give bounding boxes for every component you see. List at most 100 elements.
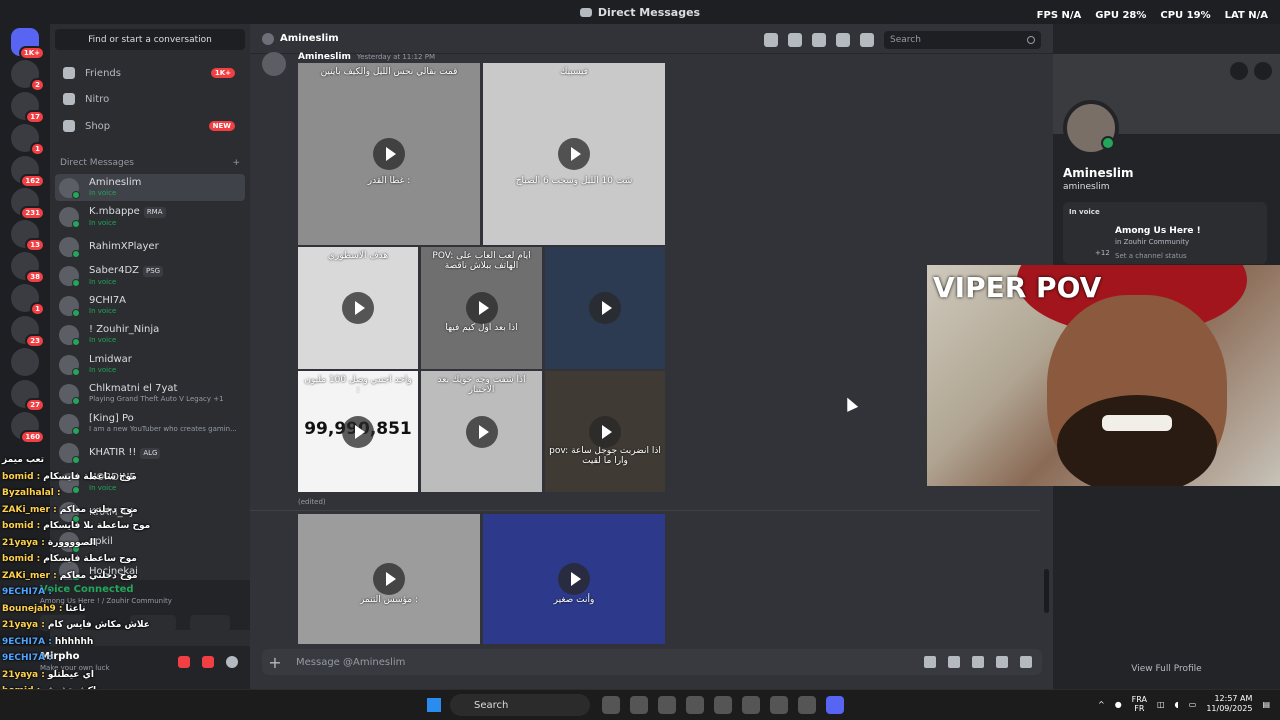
set-channel-status[interactable]: Set a channel status <box>1115 252 1187 260</box>
video-attachment[interactable]: فيسبيك شت 10 الليل وسحب 6 الصباح <box>483 63 665 245</box>
add-friend-icon[interactable] <box>1230 62 1248 80</box>
tray-chevron-icon[interactable]: ^ <box>1098 700 1105 709</box>
view-full-profile-link[interactable]: View Full Profile <box>1053 664 1280 674</box>
notification-icon[interactable]: ▤ <box>1262 700 1270 709</box>
dm-item[interactable]: ! Zouhir_Ninja In voice <box>55 322 245 349</box>
server-icon[interactable] <box>11 348 39 376</box>
gif-icon[interactable] <box>948 656 960 668</box>
chatgpt-icon[interactable] <box>686 696 704 714</box>
chrome-icon[interactable] <box>630 696 648 714</box>
nav-shop[interactable]: Shop NEW <box>55 114 245 138</box>
stream-chat-line: bomid : موح ساعطة فايسكام <box>2 554 137 564</box>
chat-scrollbar[interactable] <box>1044 569 1049 613</box>
app-icon-3[interactable] <box>798 696 816 714</box>
profile-avatar[interactable] <box>1063 100 1119 156</box>
input-language[interactable]: FRA FR <box>1132 695 1147 713</box>
opera-icon[interactable] <box>770 696 788 714</box>
voice-call-icon[interactable] <box>764 33 778 47</box>
stream-chat-user: 9ECHI7A : <box>2 587 52 597</box>
server-icon[interactable]: 2 <box>11 60 45 92</box>
dm-item[interactable]: Lmidwar In voice <box>55 351 245 378</box>
dm-item[interactable]: RahimXPlayer <box>55 233 245 260</box>
nav-friends[interactable]: Friends 1K+ <box>55 61 245 85</box>
discord-taskbar-icon[interactable] <box>826 696 844 714</box>
video-attachment[interactable] <box>545 247 665 369</box>
battery-icon[interactable]: ▭ <box>1189 700 1197 709</box>
dm-item[interactable]: [King] Po I am a new YouTuber who creates… <box>55 410 245 437</box>
server-icon[interactable]: 162 <box>11 156 45 188</box>
volume-icon[interactable]: ◖ <box>1175 700 1179 709</box>
play-icon[interactable] <box>558 138 590 170</box>
video-attachment[interactable]: قمت بقالي نحس الليل والكيف باينين غطا الق… <box>298 63 480 245</box>
video-attachment[interactable]: هدف الاسطوري <box>298 247 418 369</box>
play-icon[interactable] <box>589 292 621 324</box>
webcam-overlay: VIPER POV <box>927 265 1280 486</box>
app-icon-2[interactable] <box>714 696 732 714</box>
play-icon[interactable] <box>465 415 498 448</box>
dm-item[interactable]: Chlkmatni el 7yat Playing Grand Theft Aut… <box>55 381 245 408</box>
webcam-label: VIPER POV <box>933 271 1102 304</box>
attach-plus-icon[interactable]: + <box>262 653 288 672</box>
dm-item[interactable]: Amineslim In voice <box>55 174 245 201</box>
server-icon[interactable]: 1 <box>11 284 45 316</box>
more-options-icon[interactable] <box>1254 62 1272 80</box>
video-attachment[interactable]: واحد اجنبي وصل 100 مليون :99,990,851 <box>298 371 418 492</box>
microphone-icon[interactable]: ● <box>1115 700 1122 709</box>
server-badge: 2 <box>30 78 45 92</box>
video-attachment[interactable]: مؤسس التنمر : <box>298 514 480 644</box>
video-attachment[interactable]: وأنت صغير <box>483 514 665 644</box>
play-icon[interactable] <box>342 415 374 448</box>
server-icon[interactable]: 27 <box>11 380 45 412</box>
taskbar-search[interactable]: Search <box>450 694 590 716</box>
network-icon[interactable]: ◫ <box>1157 700 1165 709</box>
video-attachment[interactable]: pov: اذا انضربت جوجل ساعة وارا ما لقيت <box>545 371 665 492</box>
dm-item[interactable]: 9CHI7A In voice <box>55 292 245 319</box>
pin-icon[interactable] <box>812 33 826 47</box>
performance-overlay: FPS N/A GPU 28% CPU 19% LAT N/A <box>1037 10 1268 21</box>
dm-tag: RMA <box>143 206 166 218</box>
server-icon[interactable]: 23 <box>11 316 45 348</box>
app-icon[interactable] <box>658 696 676 714</box>
message-composer[interactable]: + Message @Amineslim <box>262 649 1042 675</box>
server-icon[interactable]: 1 <box>11 124 45 156</box>
clock[interactable]: 12:57 AM 11/09/2025 <box>1206 694 1252 714</box>
user-profile-icon[interactable] <box>860 33 874 47</box>
dm-item[interactable]: K.mbappe RMA In voice <box>55 204 245 231</box>
steam-icon[interactable] <box>602 696 620 714</box>
play-icon[interactable] <box>465 292 498 324</box>
server-icon[interactable]: 17 <box>11 92 45 124</box>
play-icon[interactable] <box>558 563 590 595</box>
video-attachment[interactable]: POV: ايام لعب العاب على الهاتف ببلاش ناق… <box>421 247 542 369</box>
play-icon[interactable] <box>373 138 405 170</box>
message-avatar[interactable] <box>262 52 286 76</box>
gift-icon[interactable] <box>924 656 936 668</box>
gear-icon[interactable] <box>226 656 238 668</box>
message-author[interactable]: Amineslim <box>298 52 351 62</box>
video-caption: هدف الاسطوري <box>327 251 389 261</box>
profile-voice-card[interactable]: In voice Among Us Here ! in Zouhir Commu… <box>1063 202 1267 264</box>
play-icon[interactable] <box>342 292 374 324</box>
opera-gx-icon[interactable] <box>742 696 760 714</box>
video-attachment[interactable]: اذا شفت وجه خويك بعد الاختبار <box>421 371 542 492</box>
server-icon[interactable]: 38 <box>11 252 45 284</box>
windows-start-icon[interactable] <box>427 698 441 712</box>
dm-status: Playing Grand Theft Auto V Legacy +1 <box>89 395 224 403</box>
activities-icon[interactable] <box>1020 656 1032 668</box>
server-icon[interactable]: 160 <box>11 412 45 444</box>
video-call-icon[interactable] <box>788 33 802 47</box>
play-icon[interactable] <box>589 415 621 448</box>
server-icon[interactable]: 231 <box>11 188 45 220</box>
home-button[interactable]: 1K+ <box>11 28 45 60</box>
emoji-icon[interactable] <box>996 656 1008 668</box>
server-icon[interactable]: 13 <box>11 220 45 252</box>
search-input[interactable]: Search <box>884 31 1041 49</box>
message-input[interactable]: Message @Amineslim <box>296 657 405 668</box>
find-conversation-button[interactable]: Find or start a conversation <box>55 29 245 50</box>
add-friends-icon[interactable] <box>836 33 850 47</box>
sticker-icon[interactable] <box>972 656 984 668</box>
play-icon[interactable] <box>373 563 405 595</box>
dm-item[interactable]: Saber4DZ PSG In voice <box>55 263 245 290</box>
nav-nitro[interactable]: Nitro <box>55 87 245 111</box>
create-dm-button[interactable]: + <box>232 158 240 168</box>
deafen-icon[interactable] <box>202 656 214 668</box>
